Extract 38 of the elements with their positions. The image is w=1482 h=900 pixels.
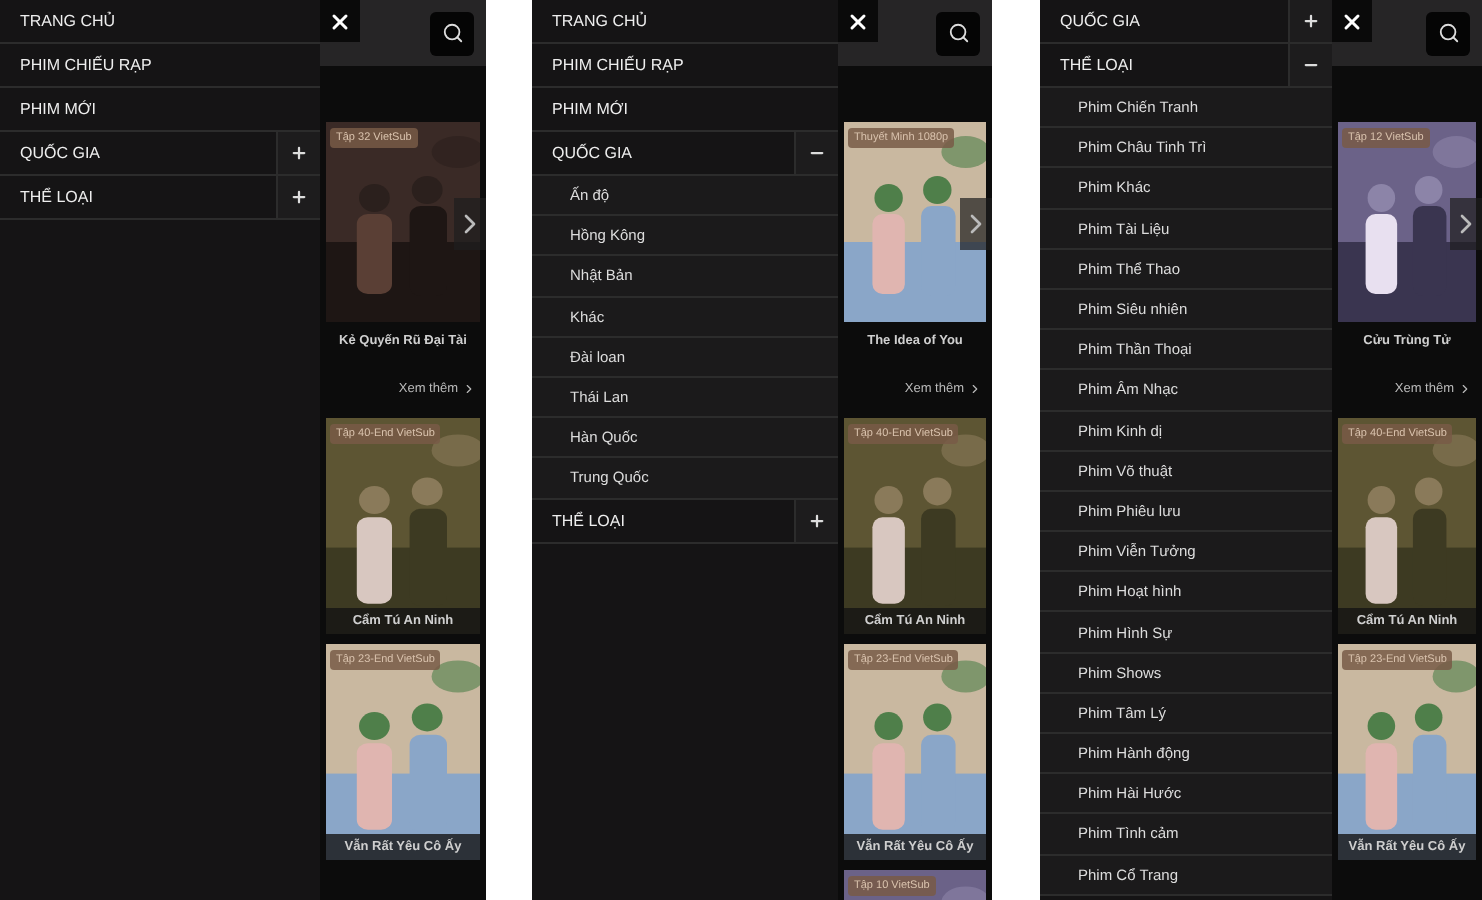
menu-item[interactable]: TRANG CHỦ	[0, 0, 320, 42]
menu-item[interactable]: PHIM MỚI	[0, 88, 320, 130]
chevron-right-icon	[968, 382, 982, 396]
menu-item[interactable]: PHIM CHIẾU RẠP	[532, 44, 838, 86]
plus-icon	[1302, 12, 1320, 30]
expand-button[interactable]	[276, 176, 320, 218]
plus-icon	[290, 188, 308, 206]
menu-item[interactable]: TRANG CHỦ	[532, 0, 838, 42]
search-button[interactable]	[936, 11, 980, 55]
expand-button[interactable]	[1288, 0, 1332, 42]
search-button[interactable]	[430, 11, 474, 55]
next-button[interactable]	[960, 198, 992, 250]
plus-icon	[808, 511, 826, 529]
search-icon	[947, 22, 969, 44]
search-icon	[441, 22, 463, 44]
next-button[interactable]	[454, 198, 486, 250]
close-icon	[1340, 9, 1364, 33]
menu-item[interactable]: THỂ LOẠI	[532, 499, 794, 541]
menu-item[interactable]: PHIM CHIẾU RẠP	[0, 44, 320, 86]
menu-item[interactable]: PHIM MỚI	[532, 88, 838, 130]
close-button[interactable]	[838, 0, 878, 42]
expand-button[interactable]	[276, 132, 320, 174]
menu-item[interactable]: THỂ LOẠI	[1040, 44, 1288, 86]
expand-button[interactable]	[794, 499, 838, 541]
next-button[interactable]	[1450, 198, 1482, 250]
menu-item[interactable]: QUỐC GIA	[1040, 0, 1288, 42]
menu-item[interactable]: QUỐC GIA	[532, 132, 794, 174]
close-button[interactable]	[320, 0, 360, 42]
menu-item[interactable]: QUỐC GIA	[0, 132, 276, 174]
search-icon	[1437, 22, 1459, 44]
plus-icon	[290, 144, 308, 162]
search-button[interactable]	[1426, 11, 1470, 55]
close-icon	[846, 9, 870, 33]
close-icon	[328, 9, 352, 33]
chevron-right-icon	[462, 382, 476, 396]
chevron-right-icon	[1458, 382, 1472, 396]
close-button[interactable]	[1332, 0, 1372, 42]
menu-item[interactable]: THỂ LOẠI	[0, 176, 276, 218]
